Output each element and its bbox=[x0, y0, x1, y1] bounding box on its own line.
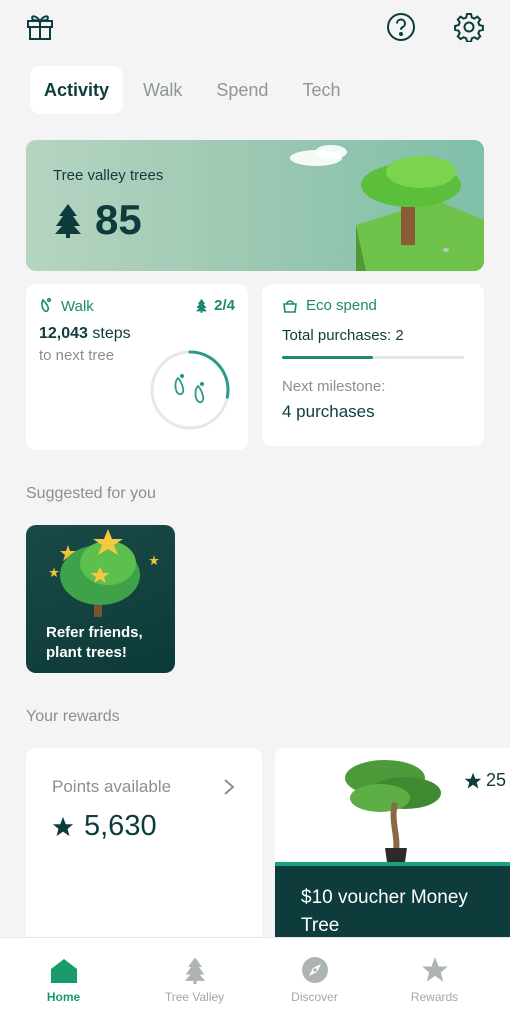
star-icon bbox=[421, 957, 448, 982]
walk-tree-progress: 2/4 bbox=[195, 297, 235, 314]
rewards-title: Your rewards bbox=[26, 708, 120, 725]
voucher-points: 25 bbox=[464, 770, 506, 791]
walk-label: Walk bbox=[61, 297, 94, 315]
tree-valley-card[interactable]: Tree valley trees 85 bbox=[26, 140, 484, 271]
voucher-title: $10 voucher Money Tree bbox=[301, 887, 468, 936]
voucher-card[interactable]: 25 $10 voucher Money Tree bbox=[275, 748, 510, 948]
eco-total: Total purchases: 2 bbox=[282, 327, 404, 344]
eco-header: Eco spend bbox=[282, 297, 377, 314]
gift-icon[interactable] bbox=[24, 10, 56, 42]
tab-activity[interactable]: Activity bbox=[30, 66, 124, 114]
refer-friends-text: Refer friends, plant trees! bbox=[46, 624, 143, 661]
money-tree-plant-image bbox=[345, 760, 441, 862]
eco-spend-card[interactable]: Eco spend Total purchases: 2 Next milest… bbox=[262, 284, 484, 446]
help-icon[interactable] bbox=[384, 10, 418, 44]
bottom-nav: Home Tree Valley Discover Rewards bbox=[0, 937, 510, 1024]
walk-card[interactable]: Walk 2/4 12,043 steps to next tree bbox=[26, 284, 248, 450]
hero-tree-count: 85 bbox=[53, 196, 142, 244]
eco-progress-fill bbox=[282, 356, 373, 359]
walk-subtitle: to next tree bbox=[39, 347, 115, 364]
nav-home-label: Home bbox=[46, 990, 81, 1004]
bag-icon bbox=[283, 299, 297, 313]
walk-trees-value: 2/4 bbox=[214, 297, 235, 314]
walk-steps-unit: steps bbox=[92, 325, 131, 342]
walk-steps-value: 12,043 bbox=[39, 325, 88, 342]
hero-title: Tree valley trees bbox=[53, 167, 164, 184]
tab-tech[interactable]: Tech bbox=[302, 66, 340, 114]
compass-icon bbox=[301, 957, 328, 983]
tree-icon bbox=[55, 204, 81, 238]
home-icon bbox=[50, 959, 77, 983]
walk-steps: 12,043 steps bbox=[39, 325, 131, 343]
eco-milestone-label: Next milestone: bbox=[282, 378, 386, 395]
suggested-title: Suggested for you bbox=[26, 485, 156, 502]
voucher-footer: $10 voucher Money Tree bbox=[275, 866, 510, 948]
feet-icon bbox=[174, 373, 205, 404]
walk-header: Walk bbox=[39, 297, 94, 315]
tree-icon bbox=[184, 957, 205, 984]
eco-milestone-value: 4 purchases bbox=[282, 402, 375, 421]
tab-bar: Activity Walk Spend Tech bbox=[30, 66, 374, 114]
tree-icon bbox=[196, 298, 208, 313]
nav-discover[interactable]: Discover bbox=[251, 938, 378, 1024]
nav-rewards[interactable]: Rewards bbox=[371, 938, 498, 1024]
eco-label: Eco spend bbox=[306, 297, 377, 314]
voucher-points-value: 25 bbox=[485, 770, 506, 790]
hero-count-value: 85 bbox=[95, 196, 142, 243]
tree-stars-illustration bbox=[49, 529, 159, 617]
nav-home[interactable]: Home bbox=[0, 938, 127, 1024]
eco-progress-bar bbox=[282, 356, 464, 359]
star-icon bbox=[52, 816, 74, 836]
nav-rewards-label: Rewards bbox=[410, 990, 459, 1004]
tab-walk[interactable]: Walk bbox=[143, 66, 182, 114]
refer-friends-card[interactable]: Refer friends, plant trees! bbox=[26, 525, 175, 673]
tab-spend[interactable]: Spend bbox=[216, 66, 268, 114]
star-icon bbox=[464, 772, 482, 788]
chevron-right-icon[interactable] bbox=[223, 778, 235, 796]
footprint-icon bbox=[41, 297, 52, 313]
nav-tree-valley-label: Tree Valley bbox=[164, 990, 225, 1004]
points-value: 5,630 bbox=[84, 810, 157, 842]
gear-icon[interactable] bbox=[452, 10, 486, 44]
points-label: Points available bbox=[52, 777, 172, 796]
points-value-row: 5,630 bbox=[52, 810, 157, 843]
nav-discover-label: Discover bbox=[291, 990, 338, 1004]
walk-progress-ring bbox=[150, 350, 230, 430]
nav-tree-valley[interactable]: Tree Valley bbox=[131, 938, 258, 1024]
points-card[interactable]: Points available 5,630 bbox=[26, 748, 262, 948]
